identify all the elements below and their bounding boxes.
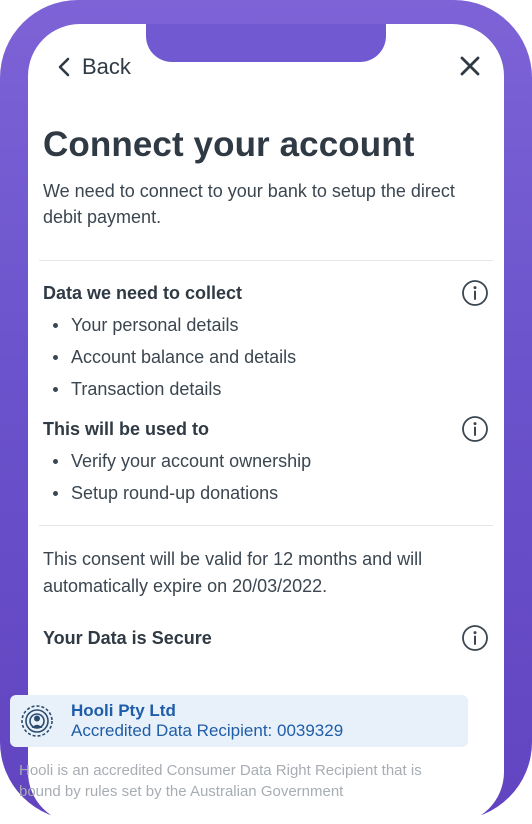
list-item: Your personal details [43, 309, 489, 341]
usage-section: This will be used to Verify your account… [43, 415, 489, 509]
list-item: Verify your account ownership [43, 445, 489, 477]
page-title: Connect your account [43, 125, 415, 164]
intro-text: We need to connect to your bank to setup… [43, 181, 455, 227]
back-button[interactable]: Back [56, 54, 131, 80]
data-recipient-logo-icon [21, 705, 53, 737]
consent-text: This consent will be valid for 12 months… [43, 549, 423, 596]
list-item: Transaction details [43, 373, 489, 405]
recipient-name: Hooli Pty Ltd [71, 701, 176, 720]
recipient-id: Accredited Data Recipient: 0039329 [71, 721, 344, 740]
data-collect-section: Data we need to collect Your personal de… [43, 279, 489, 405]
list-item: Account balance and details [43, 341, 489, 373]
usage-list: Verify your account ownership Setup roun… [43, 445, 489, 509]
info-icon[interactable] [461, 279, 489, 307]
close-icon [460, 56, 480, 76]
divider [39, 260, 493, 261]
section-title: Your Data is Secure [43, 627, 212, 648]
info-icon[interactable] [461, 415, 489, 443]
info-icon[interactable] [461, 624, 489, 652]
section-title: This will be used to [43, 418, 210, 439]
data-recipient-card: Hooli Pty Ltd Accredited Data Recipient:… [10, 695, 468, 747]
main-content: Connect your account We need to connect … [39, 124, 493, 652]
secure-section: Your Data is Secure [43, 624, 489, 652]
divider [39, 525, 493, 526]
footnote-text: Hooli is an accredited Consumer Data Rig… [19, 762, 422, 800]
close-button[interactable] [458, 54, 482, 78]
top-bar: Back [28, 24, 504, 114]
recipient-text: Hooli Pty Ltd Accredited Data Recipient:… [71, 701, 343, 741]
back-label: Back [82, 54, 131, 79]
list-item: Setup round-up donations [43, 477, 489, 509]
section-title: Data we need to collect [43, 282, 243, 303]
chevron-left-icon [58, 57, 70, 77]
collect-list: Your personal details Account balance an… [43, 309, 489, 405]
